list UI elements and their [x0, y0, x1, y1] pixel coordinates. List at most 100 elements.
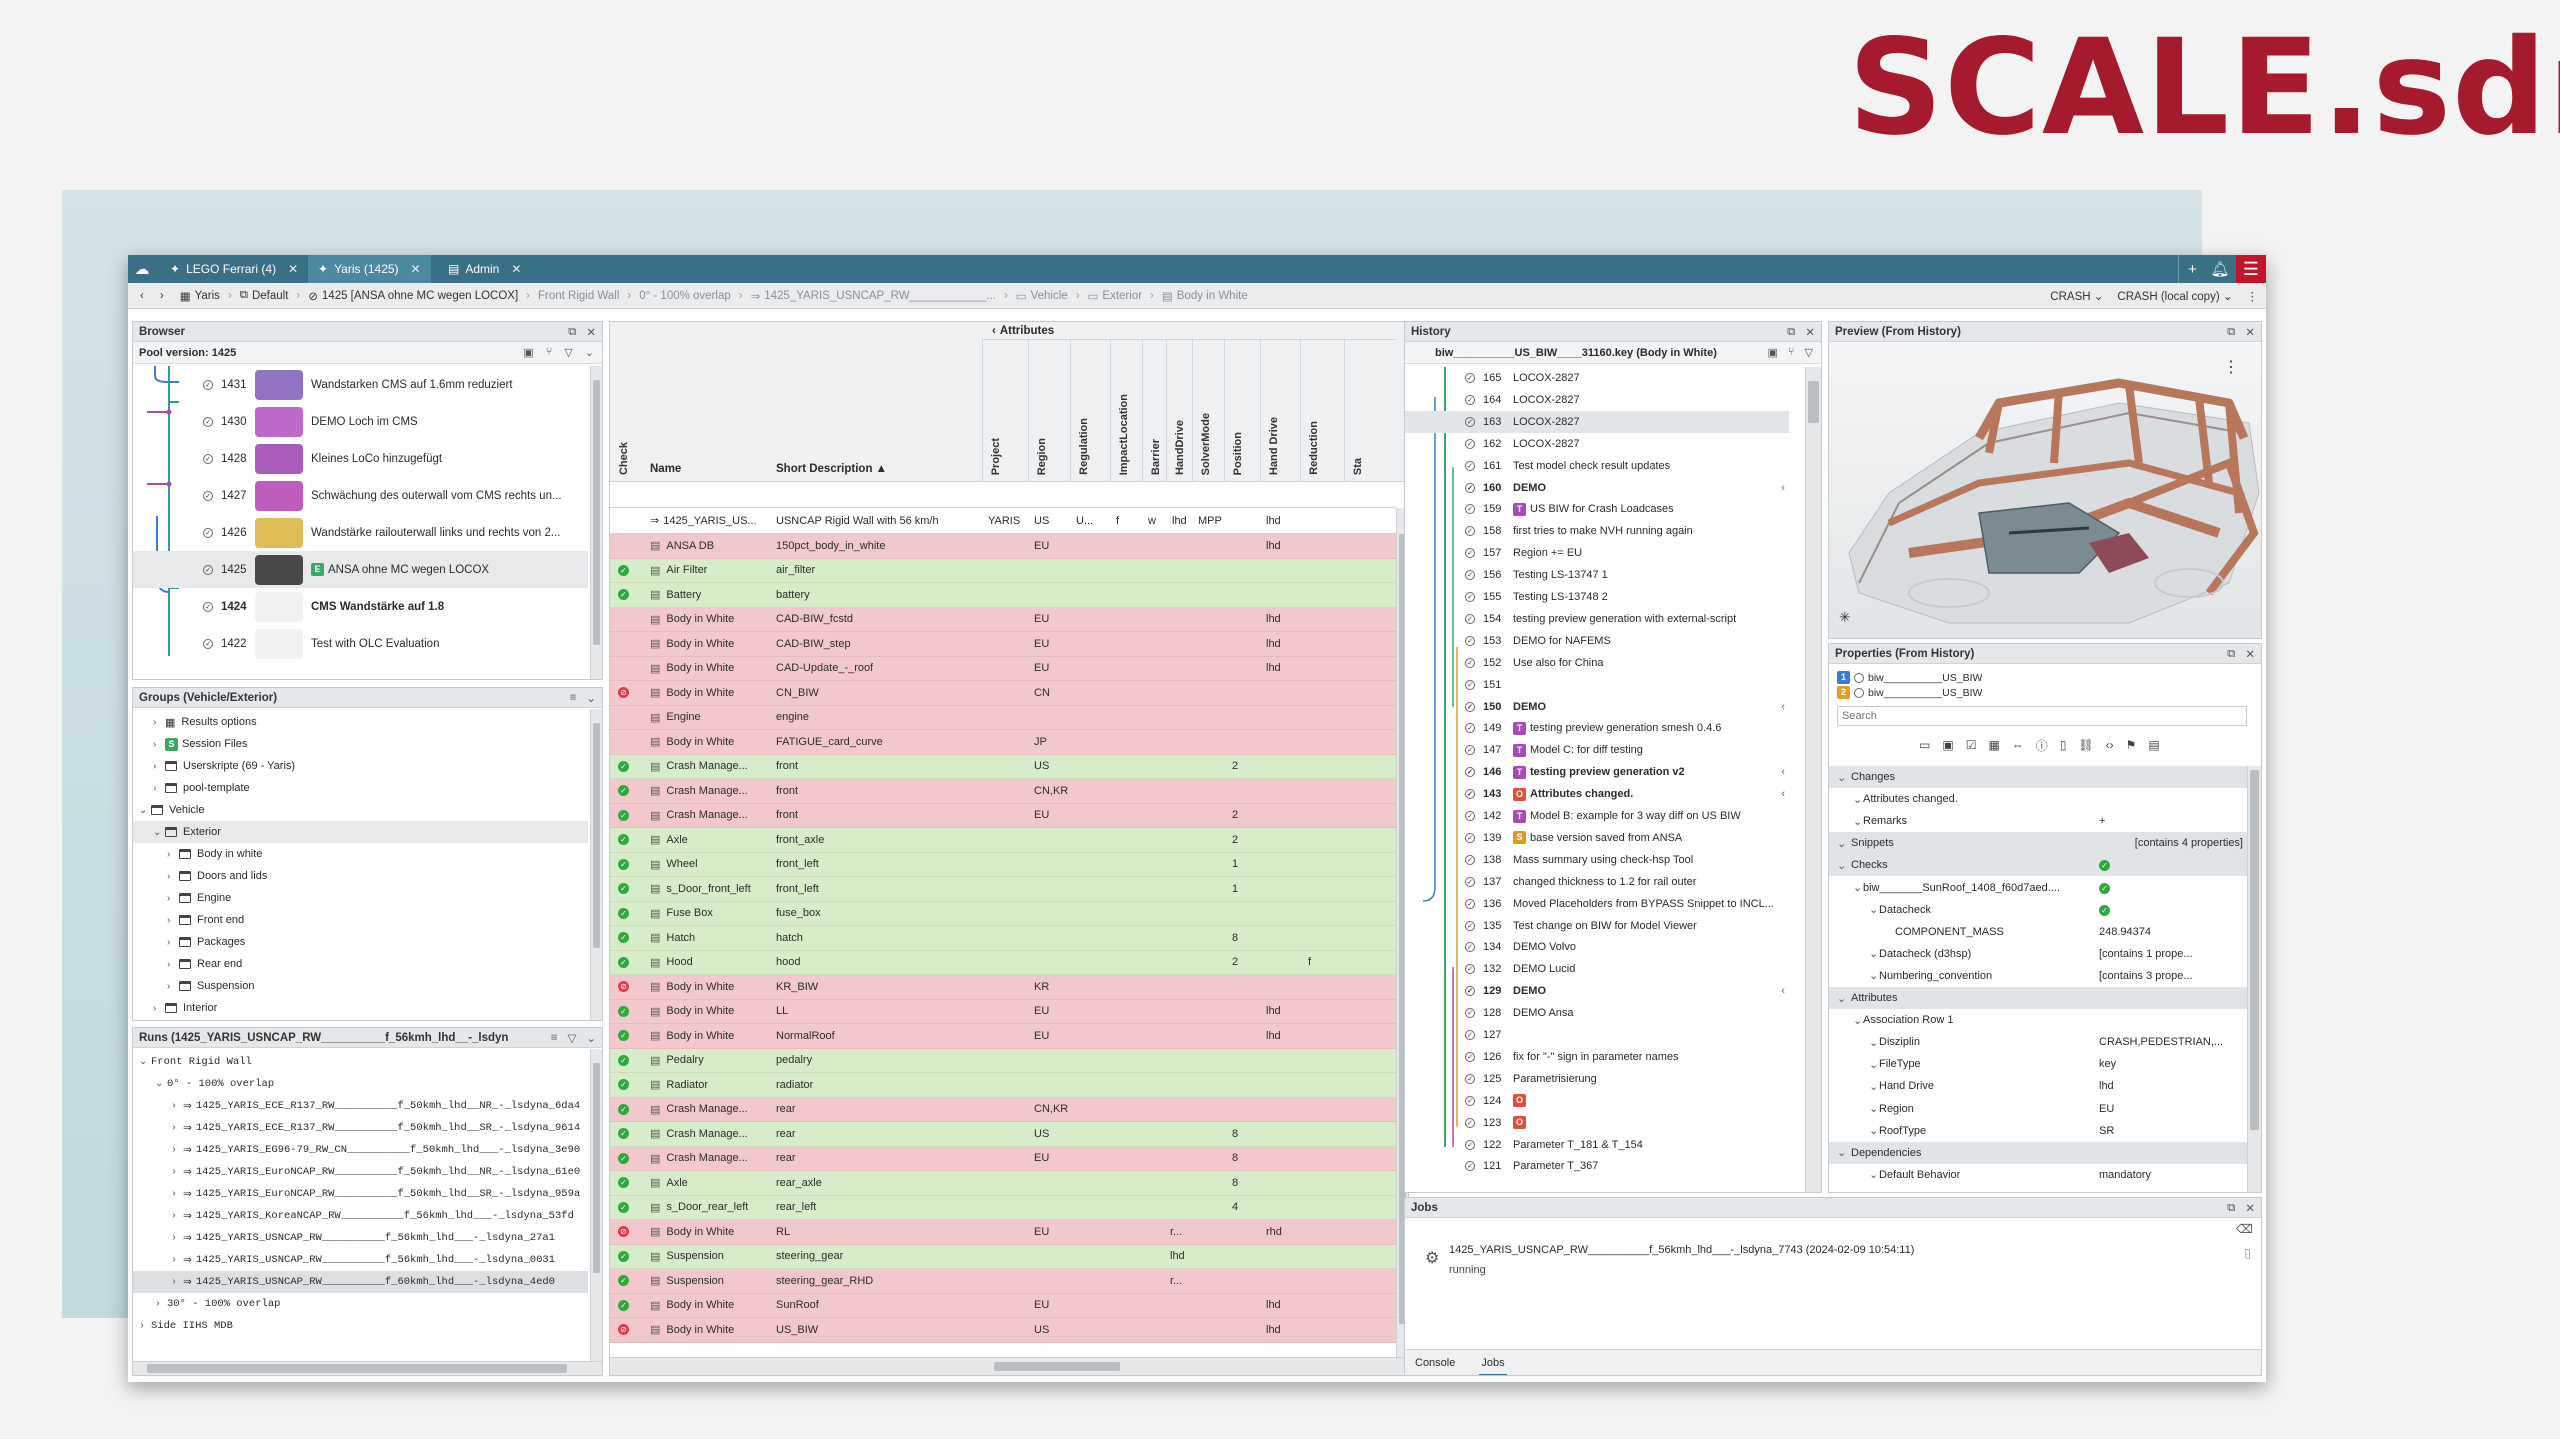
- more-icon[interactable]: ⋮: [2223, 357, 2239, 377]
- history-row[interactable]: ✓ 132 DEMO Lucid: [1405, 958, 1789, 980]
- tree-item[interactable]: › 30° - 100% overlap: [133, 1293, 588, 1315]
- tab-admin[interactable]: ▤ Admin ✕: [438, 255, 531, 283]
- history-row[interactable]: ✓ 153 DEMO for NAFEMS: [1405, 630, 1789, 652]
- column-check[interactable]: Check: [618, 442, 630, 475]
- property-row[interactable]: ⌄ Region EU: [1829, 1098, 2247, 1120]
- chevron-right-icon[interactable]: ›: [171, 1123, 183, 1134]
- branch-icon[interactable]: ⑂: [546, 346, 553, 359]
- property-row[interactable]: ⌄ Dependencies: [1829, 1141, 2247, 1164]
- property-row[interactable]: ⌄ Datacheck (d3hsp) [contains 1 prope...: [1829, 943, 2247, 965]
- crumb-body-in-white[interactable]: ▤ Body in White: [1154, 289, 1256, 303]
- crumb-overlap[interactable]: 0° - 100% overlap: [631, 290, 739, 302]
- chevron-right-icon[interactable]: ›: [171, 1211, 183, 1222]
- history-row[interactable]: ✓ 160 DEMO ‹: [1405, 477, 1789, 499]
- history-row[interactable]: ✓ 159 T US BIW for Crash Loadcases: [1405, 498, 1789, 520]
- chevron-left-icon[interactable]: ‹: [1781, 701, 1785, 713]
- table-row[interactable]: ✓ ▤ Crash Manage... rear US 8: [610, 1122, 1396, 1147]
- table-row[interactable]: ▤ Body in White CAD-Update_-_roof EU lhd: [610, 656, 1396, 681]
- chevron-down-icon[interactable]: ⌄: [1829, 881, 1862, 894]
- table-row[interactable]: ✓ ▤ Wheel front_left 1: [610, 852, 1396, 877]
- chevron-down-icon[interactable]: ⌄: [1829, 793, 1862, 806]
- column-name[interactable]: Name: [650, 463, 681, 475]
- close-icon[interactable]: ✕: [1805, 325, 1815, 339]
- horizontal-scrollbar[interactable]: [133, 1361, 602, 1375]
- chevron-right-icon[interactable]: ›: [153, 1003, 165, 1014]
- history-row[interactable]: ✓ 165 LOCOX-2827: [1405, 367, 1789, 389]
- filter-row[interactable]: [610, 482, 1396, 508]
- job-name[interactable]: 1425_YARIS_USNCAP_RW__________f_56kmh_lh…: [1449, 1244, 1914, 1256]
- history-row[interactable]: ✓ 155 Testing LS-13748 2: [1405, 586, 1789, 608]
- chevron-down-icon[interactable]: ⌄: [1829, 859, 1846, 872]
- chevron-down-icon[interactable]: ⌄: [1829, 1036, 1878, 1049]
- chevron-right-icon[interactable]: ›: [139, 1321, 151, 1332]
- tree-item[interactable]: › S Session Files: [133, 733, 588, 755]
- table-row[interactable]: ✓ ▤ Pedalry pedalry: [610, 1048, 1396, 1073]
- table-row[interactable]: ✓ ▤ Axle front_axle 2: [610, 828, 1396, 853]
- attribute-column[interactable]: HandDrive: [1174, 420, 1186, 475]
- chevron-right-icon[interactable]: ›: [167, 915, 179, 926]
- property-row[interactable]: ⌄ Association Row 1: [1829, 1009, 2247, 1031]
- history-row[interactable]: ✓ 149 Ttesting preview generation smesh 0.…: [1405, 717, 1789, 739]
- table-row[interactable]: ✓ ▤ Crash Manage... front CN,KR: [610, 779, 1396, 804]
- attribute-column[interactable]: Region: [1036, 438, 1048, 475]
- chevron-right-icon[interactable]: ›: [171, 1189, 183, 1200]
- back-icon[interactable]: ‹: [128, 290, 152, 302]
- table-row[interactable]: ✓ ▤ Radiator radiator: [610, 1073, 1396, 1098]
- property-row[interactable]: ⌄ FileType key: [1829, 1053, 2247, 1075]
- tree-item[interactable]: › ⇒ 1425_YARIS_EuroNCAP_RW__________f_50km…: [133, 1183, 588, 1205]
- attribute-column[interactable]: Barrier: [1150, 439, 1162, 475]
- history-row[interactable]: ✓ 161 Test model check result updates: [1405, 455, 1789, 477]
- chevron-right-icon[interactable]: ›: [171, 1277, 183, 1288]
- link-icon[interactable]: ⛓: [2078, 738, 2093, 752]
- chevron-down-icon[interactable]: ⌄: [1829, 1168, 1878, 1181]
- chevron-right-icon[interactable]: ›: [171, 1255, 183, 1266]
- tree-item[interactable]: ⌄ 0° - 100% overlap: [133, 1073, 588, 1095]
- attribute-column[interactable]: Hand Drive: [1268, 417, 1280, 475]
- table-row[interactable]: ⊘ ▤ Body in White RL EU r... rhd: [610, 1220, 1396, 1245]
- chevron-down-icon[interactable]: ⌄: [1829, 1124, 1878, 1137]
- attribute-column[interactable]: Position: [1232, 432, 1244, 475]
- attributes-group-header[interactable]: ‹ Attributes: [982, 322, 1396, 340]
- chevron-down-icon[interactable]: ⌄: [1829, 815, 1862, 828]
- list-item[interactable]: ✓ 1428 Kleines LoCo hinzugefügt: [133, 440, 588, 477]
- table-row[interactable]: ✓ ▤ Body in White SunRoof EU lhd: [610, 1293, 1396, 1318]
- info-icon[interactable]: ⓘ: [2036, 737, 2048, 754]
- history-row[interactable]: ✓ 156 Testing LS-13747 1: [1405, 564, 1789, 586]
- float-icon[interactable]: ⧉: [568, 326, 576, 339]
- tree-item[interactable]: › ⇒ 1425_YARIS_ECE_R137_RW__________f_50km…: [133, 1095, 588, 1117]
- chevron-down-icon[interactable]: ⌄: [1829, 903, 1878, 916]
- float-icon[interactable]: ⧉: [2227, 326, 2235, 339]
- history-row[interactable]: ✓ 151: [1405, 674, 1789, 696]
- tab-console[interactable]: Console: [1415, 1357, 1455, 1369]
- history-row[interactable]: ✓ 143 O Attributes changed. ‹: [1405, 783, 1789, 805]
- cloud-icon[interactable]: ☁: [128, 255, 156, 283]
- table-row[interactable]: ✓ ▤ Crash Manage... front US 2: [610, 754, 1396, 779]
- history-row[interactable]: ✓ 125 Parametrisierung: [1405, 1068, 1789, 1090]
- close-icon[interactable]: ✕: [511, 262, 521, 276]
- tree-item[interactable]: › Engine: [133, 887, 588, 909]
- filter-icon[interactable]: ▽: [568, 1031, 577, 1045]
- more-icon[interactable]: ⋮: [2247, 289, 2259, 303]
- table-row[interactable]: ✓ ▤ Hatch hatch 8: [610, 926, 1396, 951]
- table-row[interactable]: ✓ ▤ Suspension steering_gear_RHD r...: [610, 1269, 1396, 1294]
- attribute-column[interactable]: Project: [990, 438, 1002, 475]
- list-item[interactable]: ✓ 1425 E ANSA ohne MC wegen LOCOX: [133, 551, 588, 588]
- table-row[interactable]: ✓ ▤ Battery battery: [610, 583, 1396, 608]
- tree-item[interactable]: › ⇒ 1425_YARIS_USNCAP_RW__________f_60kmh_…: [133, 1271, 588, 1293]
- chevron-down-icon[interactable]: ⌄: [1829, 992, 1846, 1005]
- tree-item[interactable]: › ⇒ 1425_YARIS_USNCAP_RW__________f_56kmh_…: [133, 1249, 588, 1271]
- chevron-right-icon[interactable]: ›: [153, 717, 165, 728]
- checkbox-icon[interactable]: ☑: [1966, 738, 1977, 752]
- attribute-column[interactable]: Reduction: [1308, 421, 1320, 475]
- chevron-down-icon[interactable]: ⌄: [1829, 969, 1878, 982]
- history-row[interactable]: ✓ 163 LOCOX-2827: [1405, 410, 1789, 433]
- table-row[interactable]: ✓ ▤ Air Filter air_filter: [610, 558, 1396, 583]
- attribute-column[interactable]: Regulation: [1078, 418, 1090, 475]
- property-row[interactable]: ⌄ Attributes: [1829, 987, 2247, 1009]
- tree-item[interactable]: › ⇒ 1425_YARIS_EuroNCAP_RW__________f_50km…: [133, 1161, 588, 1183]
- property-row[interactable]: ⌄ Changes: [1829, 766, 2247, 788]
- property-row[interactable]: ⌄ Remarks +: [1829, 810, 2247, 832]
- chevron-right-icon[interactable]: ›: [167, 849, 179, 860]
- close-icon[interactable]: ✕: [2245, 647, 2255, 661]
- scrollbar[interactable]: [590, 366, 602, 679]
